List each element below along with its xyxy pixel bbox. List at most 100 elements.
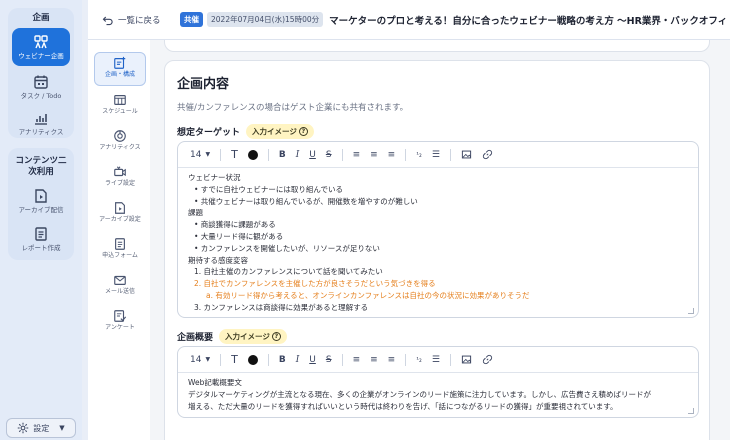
font-size-select[interactable]: 14 ▼ xyxy=(190,355,210,365)
tab-label: アナリティクス xyxy=(99,144,141,151)
question-icon: ? xyxy=(298,127,308,136)
toolbar-divider xyxy=(267,148,269,161)
back-to-list-link[interactable]: 一覧に戻る xyxy=(102,14,178,26)
settings-label: 設定 xyxy=(33,423,50,433)
tab-label: アンケート xyxy=(105,324,135,331)
align-right-icon[interactable]: ≡ xyxy=(388,150,396,160)
sidebar-item-archive[interactable]: アーカイブ配信 xyxy=(12,182,70,216)
italic-icon[interactable]: I xyxy=(296,355,300,365)
field-label-overview: 企画概要 入力イメージ? xyxy=(177,329,287,344)
tab-live-settings[interactable]: ライブ設定 xyxy=(94,162,146,196)
undo-arrow-icon xyxy=(102,16,113,25)
editor-line: • すでに自社ウェビナーには取り組んでいる xyxy=(194,184,344,194)
sidebar-item-report[interactable]: レポート作成 xyxy=(12,220,70,254)
bullet-list-icon[interactable]: ☰ xyxy=(432,150,440,160)
font-size-select[interactable]: 14 ▼ xyxy=(190,150,210,160)
resize-handle[interactable] xyxy=(688,308,694,314)
editor-line: 課題 xyxy=(188,208,203,218)
sidebar-item-label: レポート作成 xyxy=(21,244,61,252)
align-center-icon[interactable]: ≡ xyxy=(370,150,378,160)
editor-line: a. 有効リード得から考えると、オンラインカンファレンスは自社の今の状況に効果が… xyxy=(206,290,530,300)
editor-toolbar: 14 ▼ T B I U S ≡ ≡ ≡ ¹₂ ☰ xyxy=(178,347,698,373)
previous-card xyxy=(164,40,710,52)
section-heading: 企画内容 xyxy=(177,77,230,92)
tab-mail[interactable]: メール送信 xyxy=(94,270,146,304)
underline-icon[interactable]: U xyxy=(309,150,316,160)
color-dot-icon xyxy=(247,354,258,365)
align-left-icon[interactable]: ≡ xyxy=(353,355,361,365)
sidebar-item-task[interactable]: タスク / Todo xyxy=(12,68,70,102)
text-style-icon[interactable]: T xyxy=(231,148,238,161)
bold-icon[interactable]: B xyxy=(279,150,286,160)
toolbar-divider xyxy=(220,148,222,161)
bold-icon[interactable]: B xyxy=(279,355,286,365)
tab-label: ライブ設定 xyxy=(104,180,135,187)
input-example-pill[interactable]: 入力イメージ? xyxy=(219,329,287,344)
image-icon[interactable] xyxy=(461,149,472,160)
sidebar-item-label: タスク / Todo xyxy=(20,92,62,100)
text-style-icon[interactable]: T xyxy=(231,353,238,366)
toolbar-divider xyxy=(267,353,269,366)
strikethrough-icon[interactable]: S xyxy=(326,150,332,160)
schedule-icon xyxy=(114,95,126,105)
sidebar-section-contents: コンテンツ二次利用 アーカイブ配信 レポート作成 xyxy=(8,148,74,260)
mail-icon xyxy=(114,275,126,285)
page-title: マーケターのプロと考える！自分に合ったウェビナー戦略の考え方 〜HR業界・バック… xyxy=(329,15,728,27)
tab-analytics[interactable]: アナリティクス xyxy=(94,126,146,160)
sidebar-item-webinar-plan[interactable]: ウェビナー企画 xyxy=(12,28,70,66)
editor-line: • 大量リード得に観がある xyxy=(194,231,284,241)
analytics-chart-icon xyxy=(35,114,47,125)
settings-button[interactable]: 設定 ▼ xyxy=(6,418,76,438)
main-content: 企画内容 共催/カンファレンスの場合はゲスト企業にも共有されます。 想定ターゲッ… xyxy=(150,40,730,440)
bullet-list-icon[interactable]: ☰ xyxy=(432,355,440,365)
back-label: 一覧に戻る xyxy=(118,15,161,26)
plan-content-card: 企画内容 共催/カンファレンスの場合はゲスト企業にも共有されます。 想定ターゲッ… xyxy=(164,60,710,440)
strikethrough-icon[interactable]: S xyxy=(326,355,332,365)
analytics-icon xyxy=(114,130,126,142)
tab-label: 申込フォーム xyxy=(102,252,138,259)
align-left-icon[interactable]: ≡ xyxy=(353,150,361,160)
tab-schedule[interactable]: スケジュール xyxy=(94,90,146,124)
toolbar-divider xyxy=(220,353,222,366)
align-center-icon[interactable]: ≡ xyxy=(370,355,378,365)
font-size-value: 14 xyxy=(190,354,202,365)
toolbar-divider xyxy=(341,353,343,366)
sidebar-item-label: ウェビナー企画 xyxy=(18,52,64,60)
sidebar-item-label: アナリティクス xyxy=(18,128,64,136)
resize-handle[interactable] xyxy=(688,408,694,414)
editor-text-area[interactable]: ウェビナー状況 • すでに自社ウェビナーには取り組んでいる • 共催ウェビナーは取り… xyxy=(178,168,698,317)
field-label-text: 想定ターゲット xyxy=(177,128,241,138)
link-icon[interactable] xyxy=(482,149,493,160)
underline-icon[interactable]: U xyxy=(309,355,316,365)
form-icon xyxy=(115,238,125,250)
tab-survey[interactable]: アンケート xyxy=(94,306,146,340)
ordered-list-icon[interactable]: ¹₂ xyxy=(416,356,422,364)
field-label-target: 想定ターゲット 入力イメージ? xyxy=(177,124,314,139)
tab-application-form[interactable]: 申込フォーム xyxy=(94,234,146,268)
italic-icon[interactable]: I xyxy=(296,150,300,160)
editor-text-area[interactable]: Web記載概要文 デジタルマーケティングが主流となる現在、多くの企業がオンラインの… xyxy=(178,373,698,416)
editor-line: デジタルマーケティングが主流となる現在、多くの企業がオンラインのリード施策に注力… xyxy=(188,389,652,399)
link-icon[interactable] xyxy=(482,354,493,365)
survey-icon xyxy=(114,310,127,322)
text-color-button[interactable] xyxy=(247,354,258,365)
editor-line: ウェビナー状況 xyxy=(188,173,241,182)
align-right-icon[interactable]: ≡ xyxy=(388,355,396,365)
sidebar-section-plan: 企画 ウェビナー企画 タスク / Todo アナリティクス xyxy=(8,8,74,138)
sidebar-item-analytics[interactable]: アナリティクス xyxy=(12,104,70,138)
cohost-badge: 共催 xyxy=(180,12,203,27)
event-datetime: 2022年07月04日(水)15時00分 xyxy=(207,12,324,27)
tab-plan[interactable]: 企画・構成 xyxy=(94,52,146,86)
input-example-pill[interactable]: 入力イメージ? xyxy=(246,124,314,139)
editor-line: 1. 自社主催のカンファレンスについて話を聞いてみたい xyxy=(194,267,383,277)
image-icon[interactable] xyxy=(461,354,472,365)
plan-edit-icon xyxy=(114,56,126,69)
chevron-down-icon: ▼ xyxy=(205,151,211,158)
sidebar-section-title: 企画 xyxy=(32,13,50,23)
page-header: 一覧に戻る 共催 2022年07月04日(水)15時00分 マーケターのプロと考… xyxy=(88,0,730,40)
text-color-button[interactable] xyxy=(247,149,258,160)
tab-archive-settings[interactable]: アーカイブ設定 xyxy=(94,198,146,232)
color-dot-icon xyxy=(247,149,258,160)
ordered-list-icon[interactable]: ¹₂ xyxy=(416,151,422,159)
share-note: 共催/カンファレンスの場合はゲスト企業にも共有されます。 xyxy=(177,103,409,113)
